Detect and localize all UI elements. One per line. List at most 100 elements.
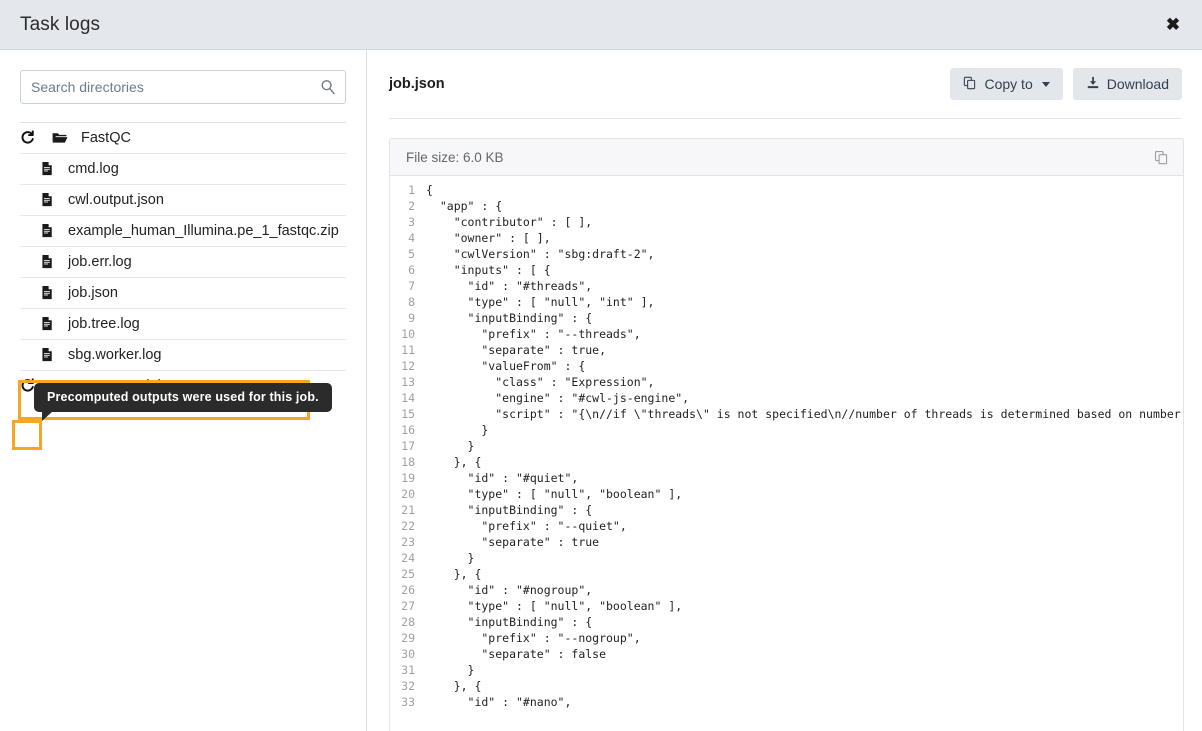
code-line-text: "cwlVersion" : "sbg:draft-2", [426, 247, 655, 261]
copy-to-label: Copy to [984, 76, 1033, 92]
file-icon [40, 347, 56, 363]
code-line-text: } [426, 423, 489, 437]
line-number: 10 [401, 327, 415, 341]
tree-item-label: cmd.log [68, 161, 119, 177]
copy-content-icon[interactable] [1154, 150, 1169, 165]
code-line: 11 "separate" : true, [390, 342, 1183, 358]
code-line: 27 "type" : [ "null", "boolean" ], [390, 598, 1183, 614]
code-line: 33 "id" : "#nano", [390, 694, 1183, 710]
line-number: 2 [408, 199, 415, 213]
code-line-text: "app" : { [426, 199, 503, 213]
code-line-text: "inputs" : [ { [426, 263, 551, 277]
code-line-text: "id" : "#quiet", [426, 471, 579, 485]
code-line: 7 "id" : "#threads", [390, 278, 1183, 294]
tooltip-text: Precomputed outputs were used for this j… [47, 390, 319, 404]
line-number: 26 [401, 583, 415, 597]
line-number: 22 [401, 519, 415, 533]
code-line-text: } [426, 439, 475, 453]
code-line-text: "inputBinding" : { [426, 615, 593, 629]
line-number: 1 [408, 183, 415, 197]
tree-item-folder[interactable]: FastQC [20, 122, 346, 153]
line-number: 15 [401, 407, 415, 421]
code-line: 12 "valueFrom" : { [390, 358, 1183, 374]
tree-item-file[interactable]: cmd.log [20, 153, 346, 184]
search-input[interactable] [20, 70, 346, 104]
code-line-text: "prefix" : "--threads", [426, 327, 641, 341]
code-line: 8 "type" : [ "null", "int" ], [390, 294, 1183, 310]
code-line-text: "inputBinding" : { [426, 503, 593, 517]
tree-item-label: sbg.worker.log [68, 347, 162, 363]
code-line: 13 "class" : "Expression", [390, 374, 1183, 390]
file-icon [40, 316, 56, 332]
code-line-text: }, { [426, 679, 482, 693]
code-line: 20 "type" : [ "null", "boolean" ], [390, 486, 1183, 502]
file-icon [40, 192, 56, 208]
code-line-text: "class" : "Expression", [426, 375, 655, 389]
line-number: 9 [408, 311, 415, 325]
code-line: 23 "separate" : true [390, 534, 1183, 550]
code-line: 32 }, { [390, 678, 1183, 694]
tree-item-label: job.tree.log [68, 316, 140, 332]
code-line-text: "separate" : true, [426, 343, 607, 357]
tree-item-label: job.json [68, 285, 118, 301]
tree-item-label: FastQC [81, 130, 131, 146]
line-number: 18 [401, 455, 415, 469]
code-line-text: "prefix" : "--nogroup", [426, 631, 641, 645]
refresh-icon[interactable] [20, 130, 36, 146]
download-icon [1086, 76, 1100, 92]
line-number: 19 [401, 471, 415, 485]
file-icon [40, 254, 56, 270]
precomputed-outputs-tooltip: Precomputed outputs were used for this j… [34, 383, 332, 421]
code-line: 22 "prefix" : "--quiet", [390, 518, 1183, 534]
modal-header: Task logs ✖ [0, 0, 1202, 50]
code-line: 5 "cwlVersion" : "sbg:draft-2", [390, 246, 1183, 262]
code-line: 14 "engine" : "#cwl-js-engine", [390, 390, 1183, 406]
code-line-text: "valueFrom" : { [426, 359, 586, 373]
line-number: 25 [401, 567, 415, 581]
close-icon[interactable]: ✖ [1160, 12, 1186, 38]
line-number: 12 [401, 359, 415, 373]
file-icon [40, 223, 56, 239]
tree-item-file[interactable]: job.err.log [20, 246, 346, 277]
file-actions: Copy to Download [950, 68, 1182, 100]
line-number: 27 [401, 599, 415, 613]
code-line: 3 "contributor" : [ ], [390, 214, 1183, 230]
tree-item-file[interactable]: example_human_Illumina.pe_1_fastqc.zip [20, 215, 346, 246]
code-line: 31 } [390, 662, 1183, 678]
code-line-text: "separate" : false [426, 647, 607, 661]
line-number: 17 [401, 439, 415, 453]
code-line: 10 "prefix" : "--threads", [390, 326, 1183, 342]
line-number: 21 [401, 503, 415, 517]
page-title: Task logs [20, 13, 101, 35]
line-number: 24 [401, 551, 415, 565]
copy-to-button[interactable]: Copy to [950, 68, 1063, 100]
line-number: 13 [401, 375, 415, 389]
line-number: 33 [401, 695, 415, 709]
code-line: 29 "prefix" : "--nogroup", [390, 630, 1183, 646]
line-number: 5 [408, 247, 415, 261]
download-button[interactable]: Download [1072, 68, 1182, 100]
tree-item-file[interactable]: job.json [20, 277, 346, 308]
search-directories-field [20, 70, 346, 104]
line-number: 3 [408, 215, 415, 229]
code-line-text: "type" : [ "null", "int" ], [426, 295, 655, 309]
highlight-box-refresh-button [12, 420, 42, 450]
tree-item-file[interactable]: sbg.worker.log [20, 339, 346, 370]
file-content-viewer: File size: 6.0 KB 1{2 "app" : {3 "contri… [389, 138, 1184, 731]
code-line: 17 } [390, 438, 1183, 454]
code-line-text: "type" : [ "null", "boolean" ], [426, 599, 683, 613]
code-line-text: "id" : "#threads", [426, 279, 593, 293]
code-line-text: "separate" : true [426, 535, 600, 549]
tree-item-file[interactable]: cwl.output.json [20, 184, 346, 215]
tree-item-label: example_human_Illumina.pe_1_fastqc.zip [68, 223, 339, 239]
line-number: 16 [401, 423, 415, 437]
code-line: 24 } [390, 550, 1183, 566]
tree-item-label: cwl.output.json [68, 192, 164, 208]
sidebar: FastQC cmd.log cwl.output.json example_huma… [0, 50, 367, 731]
tree-item-label: job.err.log [68, 254, 132, 270]
code-line-text: }, { [426, 455, 482, 469]
code-line: 25 }, { [390, 566, 1183, 582]
code-line-text: } [426, 663, 475, 677]
file-size-label: File size: 6.0 KB [406, 149, 504, 165]
tree-item-file[interactable]: job.tree.log [20, 308, 346, 339]
